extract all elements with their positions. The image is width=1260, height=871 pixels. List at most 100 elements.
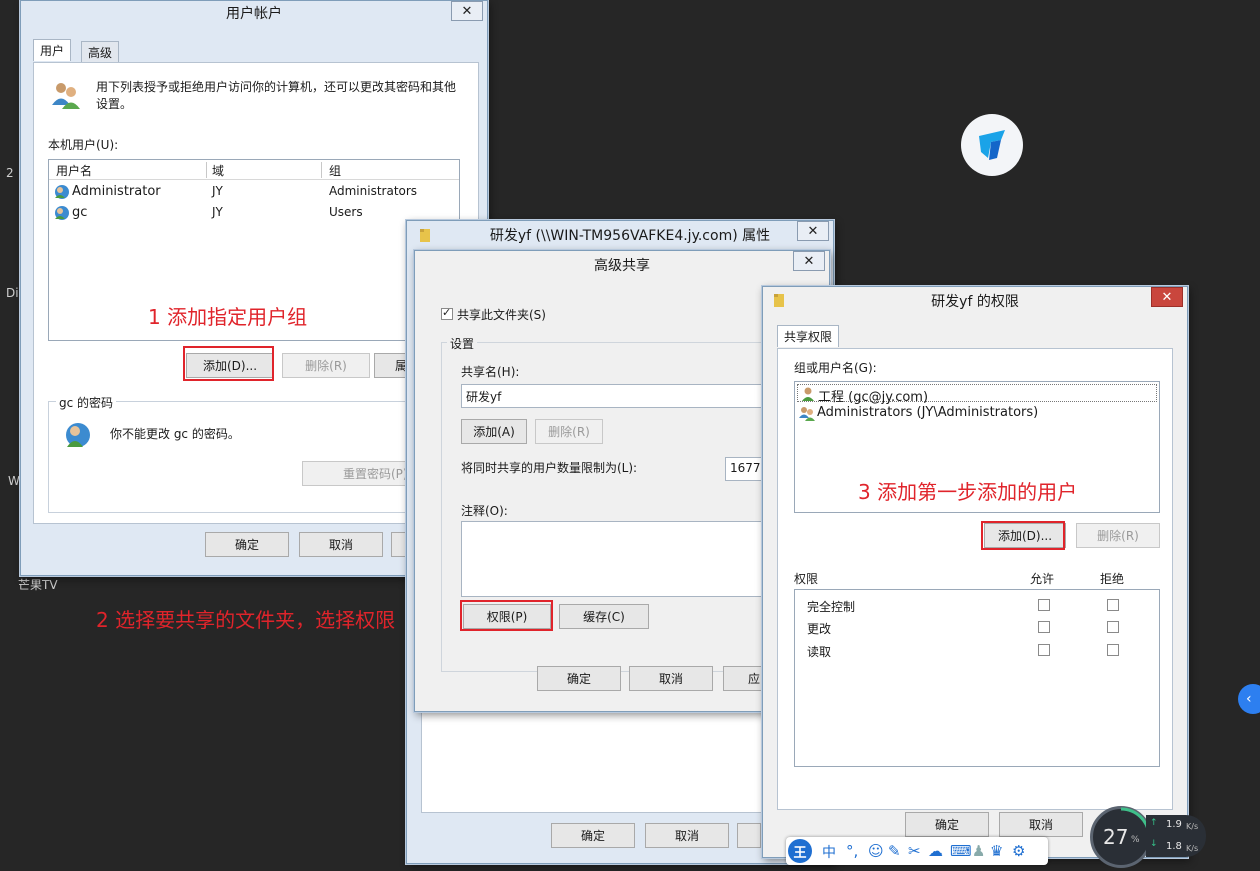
password-group-label: gc 的密码 bbox=[56, 394, 117, 411]
perm-read-label: 读取 bbox=[807, 645, 832, 659]
skin-icon[interactable]: ♛ bbox=[990, 842, 1003, 860]
desktop-label-mango-tv[interactable]: 芒果TV bbox=[18, 576, 58, 593]
ok-button[interactable]: 确定 bbox=[205, 532, 289, 557]
share-permissions-panel: 组或用户名(G): 工程 (gc@jy.com) Administrators … bbox=[777, 348, 1173, 810]
blue-arrow-app-icon[interactable] bbox=[961, 114, 1023, 176]
cpu-gauge[interactable]: 27 % bbox=[1090, 806, 1152, 868]
table-row[interactable]: gc JY Users bbox=[49, 203, 459, 223]
upload-arrow-icon: ↑ bbox=[1150, 818, 1158, 828]
share-name-label: 共享名(H): bbox=[461, 365, 520, 379]
ok-button[interactable]: 确定 bbox=[905, 812, 989, 837]
ok-button[interactable]: 确定 bbox=[537, 666, 621, 691]
highlight-add-user bbox=[183, 346, 274, 381]
cell-username: gc bbox=[72, 205, 88, 220]
collapse-side-icon[interactable]: ‹ bbox=[1238, 684, 1260, 714]
user-icon[interactable]: ♟ bbox=[972, 842, 985, 860]
remove-share-name-button[interactable]: 删除(R) bbox=[535, 419, 603, 444]
user-limit-label: 将同时共享的用户数量限制为(L): bbox=[461, 461, 638, 475]
advanced-sharing-title: 高级共享 bbox=[594, 258, 650, 274]
password-group bbox=[48, 401, 460, 513]
ime-tools: °, ☺ ✎ ✂ ☁ ⌨ ♟ ♛ ⚙ bbox=[844, 842, 1034, 862]
properties-button[interactable]: 属 bbox=[374, 353, 410, 378]
deny-full-control-checkbox[interactable] bbox=[1107, 599, 1119, 611]
ok-button[interactable]: 确定 bbox=[551, 823, 635, 848]
apply-button[interactable]: 应 bbox=[723, 666, 763, 691]
punctuation-icon[interactable]: °, bbox=[846, 842, 858, 860]
cancel-button[interactable]: 取消 bbox=[999, 812, 1083, 837]
column-group[interactable]: 组 bbox=[329, 162, 341, 179]
cloud-icon[interactable]: ☁ bbox=[928, 842, 943, 860]
annotation-step-3: 3 添加第一步添加的用户 bbox=[858, 480, 1078, 504]
list-item[interactable]: 工程 (gc@jy.com) bbox=[797, 384, 1157, 405]
ime-mode-toggle[interactable]: 中 bbox=[822, 842, 836, 862]
cpu-percent: 27 bbox=[1103, 825, 1129, 849]
cell-domain: JY bbox=[212, 205, 223, 219]
close-icon[interactable]: ✕ bbox=[793, 251, 825, 271]
net-speed-panel: ↑ 1.9 K/s ↓ 1.8 K/s bbox=[1146, 815, 1206, 857]
password-message: 你不能更改 gc 的密码。 bbox=[110, 427, 240, 441]
list-item[interactable]: Administrators (JY\Administrators) bbox=[797, 404, 1157, 422]
description-text: 用下列表授予或拒绝用户访问你的计算机，还可以更改其密码和其他设置。 bbox=[96, 80, 457, 111]
download-unit: K/s bbox=[1186, 844, 1199, 853]
column-username[interactable]: 用户名 bbox=[56, 162, 92, 179]
cell-username: Administrator bbox=[72, 184, 161, 199]
comment-label: 注释(O): bbox=[461, 504, 508, 518]
permissions-header: 权限 bbox=[794, 572, 819, 586]
column-domain[interactable]: 域 bbox=[212, 162, 224, 179]
deny-header: 拒绝 bbox=[1100, 572, 1125, 586]
keyboard-icon[interactable]: ⌨ bbox=[950, 842, 972, 860]
user-key-icon bbox=[64, 421, 96, 453]
table-row[interactable]: Administrator JY Administrators bbox=[49, 182, 459, 202]
tab-advanced[interactable]: 高级 bbox=[81, 41, 120, 63]
desktop-label-3: W bbox=[8, 474, 20, 488]
upload-unit: K/s bbox=[1186, 822, 1199, 831]
emoji-icon[interactable]: ☺ bbox=[868, 842, 884, 860]
download-arrow-icon: ↓ bbox=[1150, 839, 1158, 849]
ime-brand-icon[interactable]: 王 bbox=[788, 839, 812, 863]
remove-user-button[interactable]: 删除(R) bbox=[282, 353, 370, 378]
cancel-button[interactable]: 取消 bbox=[645, 823, 729, 848]
gear-icon[interactable]: ⚙ bbox=[1012, 842, 1025, 860]
users-icon bbox=[50, 79, 82, 111]
tab-users[interactable]: 用户 bbox=[33, 39, 72, 61]
settings-group-label: 设置 bbox=[447, 335, 478, 352]
cache-button[interactable]: 缓存(C) bbox=[559, 604, 649, 629]
scissors-icon[interactable]: ✂ bbox=[908, 842, 921, 860]
allow-read-checkbox[interactable] bbox=[1038, 644, 1050, 656]
permissions-window: 研发yf 的权限 ✕ 共享权限 组或用户名(G): 工程 (gc@jy.com)… bbox=[762, 286, 1188, 858]
user-icon bbox=[55, 185, 69, 199]
allow-full-control-checkbox[interactable] bbox=[1038, 599, 1050, 611]
perm-full-control-label: 完全控制 bbox=[807, 600, 856, 614]
allow-change-checkbox[interactable] bbox=[1038, 621, 1050, 633]
close-icon[interactable]: ✕ bbox=[1151, 287, 1183, 307]
permissions-title: 研发yf 的权限 bbox=[931, 294, 1019, 310]
remove-principal-button[interactable]: 删除(R) bbox=[1076, 523, 1160, 548]
upload-value: 1.9 bbox=[1166, 819, 1182, 830]
apply-button[interactable] bbox=[737, 823, 761, 848]
annotation-step-2: 2 选择要共享的文件夹，选择权限 bbox=[96, 608, 396, 632]
share-folder-checkbox[interactable] bbox=[441, 306, 453, 320]
cell-domain: JY bbox=[212, 184, 223, 198]
close-icon[interactable]: ✕ bbox=[451, 1, 483, 21]
desktop-label-1: 2 bbox=[6, 166, 14, 180]
perm-change-label: 更改 bbox=[807, 622, 832, 636]
tab-share-permissions[interactable]: 共享权限 bbox=[777, 325, 840, 347]
highlight-permissions bbox=[460, 600, 553, 631]
user-icon bbox=[55, 206, 69, 220]
annotation-step-1: 1 添加指定用户组 bbox=[148, 305, 308, 329]
share-name-field[interactable]: 研发yf bbox=[461, 384, 771, 408]
add-share-name-button[interactable]: 添加(A) bbox=[461, 419, 527, 444]
cell-group: Users bbox=[329, 205, 363, 219]
window-title: 用户帐户 bbox=[226, 6, 282, 22]
users-list-header: 用户名 域 组 bbox=[49, 160, 459, 180]
pen-icon[interactable]: ✎ bbox=[888, 842, 901, 860]
deny-read-checkbox[interactable] bbox=[1107, 644, 1119, 656]
cancel-button[interactable]: 取消 bbox=[629, 666, 713, 691]
comment-field[interactable] bbox=[461, 521, 771, 597]
close-icon[interactable]: ✕ bbox=[797, 221, 829, 241]
cancel-button[interactable]: 取消 bbox=[299, 532, 383, 557]
deny-change-checkbox[interactable] bbox=[1107, 621, 1119, 633]
permissions-list: 完全控制 更改 读取 bbox=[794, 589, 1160, 767]
desktop-label-2: Di bbox=[6, 286, 19, 300]
share-folder-label: 共享此文件夹(S) bbox=[457, 308, 546, 322]
